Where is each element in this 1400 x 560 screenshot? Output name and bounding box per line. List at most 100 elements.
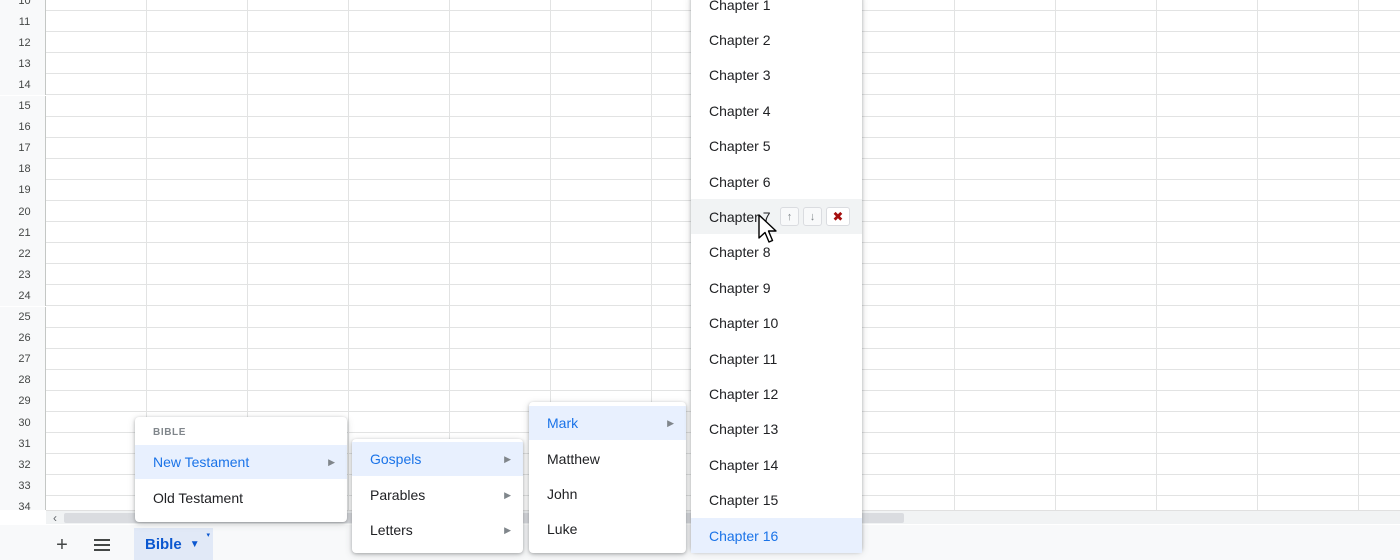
row-header[interactable]: 21 [0, 222, 46, 244]
menu-item-chapter-12[interactable]: Chapter 12 [691, 376, 862, 411]
submenu-mark-chapters: Chapter 1 Chapter 2 Chapter 3 Chapter 4 Chap… [691, 0, 862, 553]
menu-item-new-testament[interactable]: New Testament ▶ [135, 445, 347, 479]
menu-item-label: Old Testament [153, 490, 244, 506]
row-header[interactable]: 18 [0, 158, 46, 180]
menu-item-label: John [547, 486, 578, 502]
menu-item-label: Matthew [547, 451, 600, 467]
menu-item-chapter-15[interactable]: Chapter 15 [691, 483, 862, 518]
plus-icon[interactable]: + [48, 531, 76, 559]
sheet-tab-bible[interactable]: Bible ▼ ▾ [134, 528, 213, 560]
menu-item-chapter-9[interactable]: Chapter 9 [691, 270, 862, 305]
menu-item-label: Chapter 2 [709, 31, 771, 48]
delete-button[interactable]: ✖ [826, 207, 850, 227]
menu-item-chapter-2[interactable]: Chapter 2 [691, 22, 862, 57]
sheet-tab-indicator-icon: ▾ [206, 532, 210, 539]
row-header[interactable]: 31 [0, 433, 46, 455]
mouse-cursor-icon [758, 214, 777, 243]
row-header[interactable]: 10 [0, 0, 46, 11]
menu-item-chapter-11[interactable]: Chapter 11 [691, 341, 862, 376]
row-header[interactable]: 22 [0, 243, 46, 265]
menu-item-chapter-1[interactable]: Chapter 1 [691, 0, 862, 22]
menu-item-label: Chapter 10 [709, 315, 779, 332]
menu-item-parables[interactable]: Parables ▶ [352, 478, 523, 512]
menu-item-chapter-5[interactable]: Chapter 5 [691, 129, 862, 164]
submenu-arrow-icon: ▶ [504, 489, 511, 500]
row-header[interactable]: 17 [0, 137, 46, 159]
menu-item-chapter-16[interactable]: Chapter 16 [691, 518, 862, 553]
row-header[interactable]: 34 [0, 496, 46, 510]
row-header[interactable]: 20 [0, 201, 46, 222]
menu-item-chapter-3[interactable]: Chapter 3 [691, 58, 862, 93]
row-header[interactable]: 19 [0, 179, 46, 201]
row-header[interactable]: 29 [0, 390, 46, 412]
row-header[interactable]: 33 [0, 475, 46, 497]
menu-item-label: Chapter 12 [709, 385, 779, 402]
sheet-tab-label: Bible [145, 535, 182, 553]
menu-item-label: Chapter 9 [709, 279, 771, 296]
row-header[interactable]: 11 [0, 11, 46, 33]
menu-item-letters[interactable]: Letters ▶ [352, 513, 523, 547]
menu-heading: BIBLE [153, 427, 186, 438]
scroll-left-icon[interactable]: ‹ [46, 511, 64, 525]
row-header[interactable]: 25 [0, 306, 46, 328]
menu-item-label: Chapter 5 [709, 138, 771, 155]
menu-item-label: Letters [370, 522, 413, 538]
submenu-gospels: Mark ▶ Matthew John Luke [529, 402, 686, 553]
menu-icon[interactable] [88, 531, 116, 559]
menu-item-label: Chapter 4 [709, 102, 771, 119]
menu-item-label: Chapter 16 [709, 527, 779, 544]
menu-item-label: Luke [547, 521, 578, 537]
column-divider [1257, 0, 1258, 510]
menu-item-label: New Testament [153, 454, 250, 470]
column-divider [1156, 0, 1157, 510]
row-header[interactable]: 27 [0, 348, 46, 370]
row-header[interactable]: 30 [0, 412, 46, 433]
menu-item-chapter-10[interactable]: Chapter 10 [691, 306, 862, 341]
column-divider [1055, 0, 1056, 510]
menu-item-label: Chapter 14 [709, 456, 779, 473]
caret-down-icon[interactable]: ▼ [190, 539, 200, 550]
menu-item-chapter-14[interactable]: Chapter 14 [691, 447, 862, 482]
row-header[interactable]: 16 [0, 116, 46, 138]
menu-item-label: Chapter 6 [709, 173, 771, 190]
submenu-arrow-icon: ▶ [328, 456, 335, 467]
menu-item-chapter-13[interactable]: Chapter 13 [691, 412, 862, 447]
column-divider [348, 0, 349, 510]
row-header[interactable]: 15 [0, 95, 46, 117]
submenu-arrow-icon: ▶ [667, 417, 674, 428]
submenu-arrow-icon: ▶ [504, 524, 511, 535]
menu-item-old-testament[interactable]: Old Testament [135, 481, 347, 515]
row-header[interactable]: 13 [0, 53, 46, 75]
column-divider [954, 0, 955, 510]
menu-item-matthew[interactable]: Matthew [529, 442, 686, 476]
menu-item-luke[interactable]: Luke [529, 512, 686, 546]
row-header[interactable]: 24 [0, 285, 46, 307]
menu-item-label: Gospels [370, 451, 422, 467]
row-header[interactable]: 14 [0, 74, 46, 96]
move-up-button[interactable]: ↑ [780, 207, 799, 227]
menu-item-label: Chapter 1 [709, 0, 771, 13]
menu-item-label: Mark [547, 415, 579, 431]
menu-item-chapter-4[interactable]: Chapter 4 [691, 93, 862, 128]
menu-item-label: Chapter 15 [709, 492, 779, 509]
menu-item-label: Parables [370, 487, 426, 503]
menu-item-chapter-6[interactable]: Chapter 6 [691, 164, 862, 199]
menu-item-gospels[interactable]: Gospels ▶ [352, 442, 523, 476]
move-down-button[interactable]: ↓ [803, 207, 822, 227]
row-header[interactable]: 26 [0, 327, 46, 349]
chapter-item-tools: ↑ ↓ ✖ [780, 207, 850, 227]
row-header[interactable]: 12 [0, 32, 46, 54]
menu-item-john[interactable]: John [529, 477, 686, 511]
row-header[interactable]: 32 [0, 454, 46, 476]
menu-item-label: Chapter 11 [709, 350, 778, 367]
custom-menu-bible: BIBLE New Testament ▶ Old Testament [135, 417, 347, 522]
submenu-arrow-icon: ▶ [504, 453, 511, 464]
menu-item-mark[interactable]: Mark ▶ [529, 406, 686, 440]
menu-item-label: Chapter 3 [709, 67, 771, 84]
row-header[interactable]: 23 [0, 264, 46, 286]
column-divider [1358, 0, 1359, 510]
menu-item-label: Chapter 13 [709, 421, 779, 438]
column-divider [449, 0, 450, 510]
submenu-new-testament: Gospels ▶ Parables ▶ Letters ▶ [352, 439, 523, 553]
row-header[interactable]: 28 [0, 369, 46, 391]
